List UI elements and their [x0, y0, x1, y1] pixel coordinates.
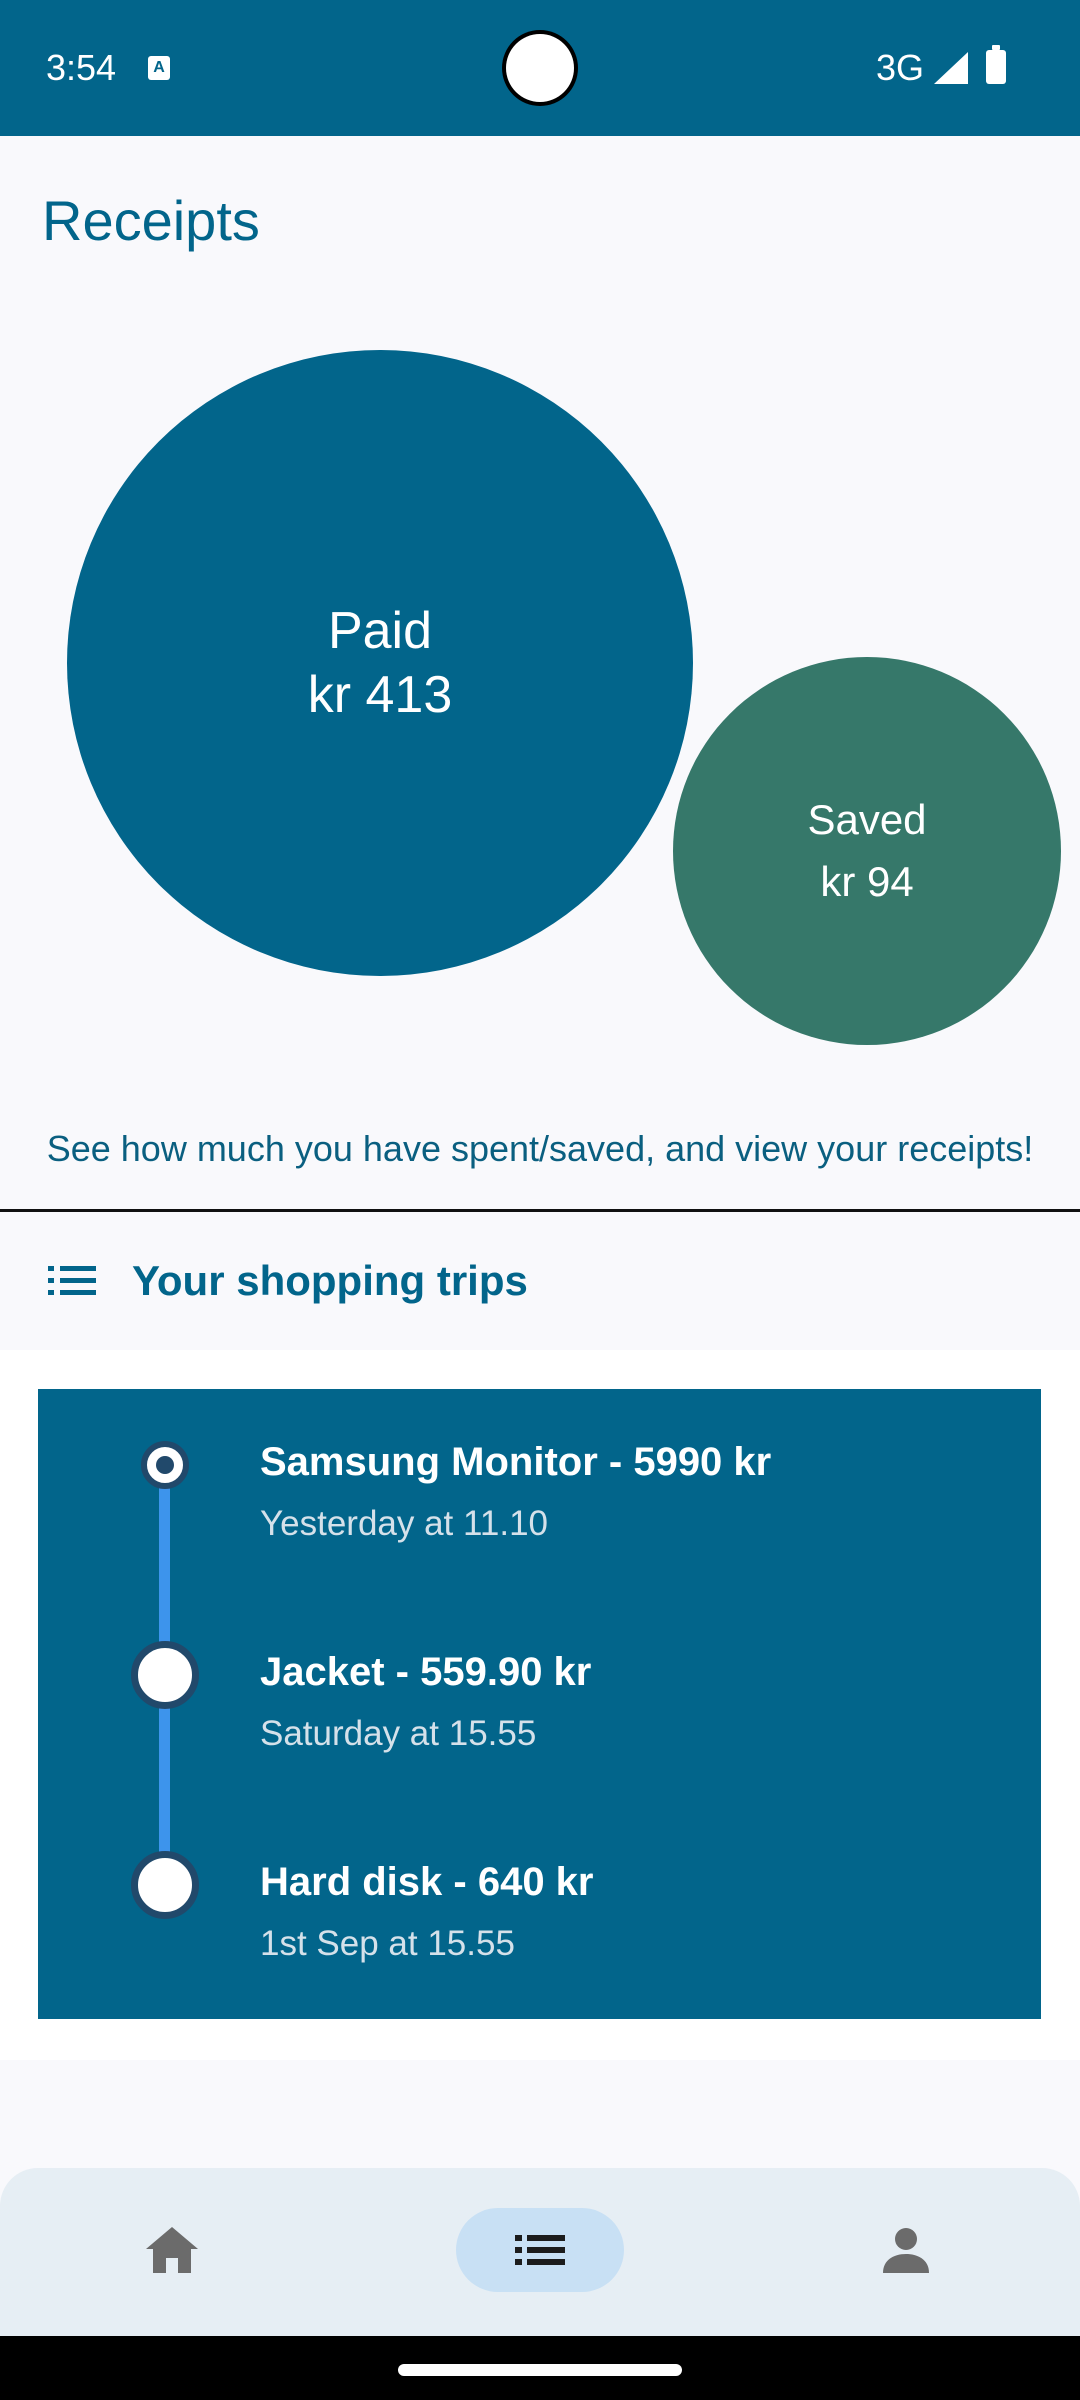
status-time: 3:54 — [46, 47, 117, 88]
bottom-navigation — [0, 2168, 1080, 2336]
saved-label: Saved — [807, 796, 927, 843]
paid-label: Paid — [327, 602, 433, 660]
person-icon — [883, 2228, 929, 2273]
trip-time: Saturday at 15.55 — [260, 1714, 537, 1753]
gesture-handle[interactable] — [398, 2364, 682, 2376]
section-title: Your shopping trips — [132, 1257, 528, 1304]
paid-bubble: Paid kr 413 — [67, 350, 693, 976]
page-title: Receipts — [42, 189, 260, 252]
network-type: 3G — [876, 47, 925, 88]
saved-bubble: Saved kr 94 — [673, 657, 1061, 1045]
accessibility-a-icon: A — [148, 56, 170, 80]
trips-section-header[interactable]: Your shopping trips — [0, 1212, 1080, 1350]
summary-caption: See how much you have spent/saved, and v… — [46, 1128, 1034, 1169]
trip-time: 1st Sep at 15.55 — [260, 1924, 515, 1963]
signal-icon — [934, 52, 968, 84]
list-icon — [48, 1266, 96, 1295]
list-icon — [515, 2235, 565, 2265]
paid-value: kr 413 — [307, 666, 453, 724]
home-icon — [146, 2227, 198, 2273]
nav-profile-button[interactable] — [846, 2208, 966, 2292]
camera-cutout — [506, 34, 574, 102]
nav-list-button[interactable] — [456, 2208, 624, 2292]
trip-title[interactable]: Samsung Monitor - 5990 kr — [260, 1437, 771, 1487]
saved-value: kr 94 — [820, 858, 914, 905]
trip-title[interactable]: Jacket - 559.90 kr — [260, 1647, 591, 1697]
status-bar: 3:54 A 3G — [0, 0, 1080, 136]
timeline-dot-selected[interactable] — [141, 1441, 189, 1489]
trip-title[interactable]: Hard disk - 640 kr — [260, 1857, 594, 1907]
timeline-dot[interactable] — [131, 1641, 199, 1709]
battery-icon — [986, 45, 1006, 84]
trip-time: Yesterday at 11.10 — [260, 1504, 548, 1543]
timeline-dot[interactable] — [131, 1851, 199, 1919]
nav-home-button[interactable] — [112, 2208, 232, 2292]
